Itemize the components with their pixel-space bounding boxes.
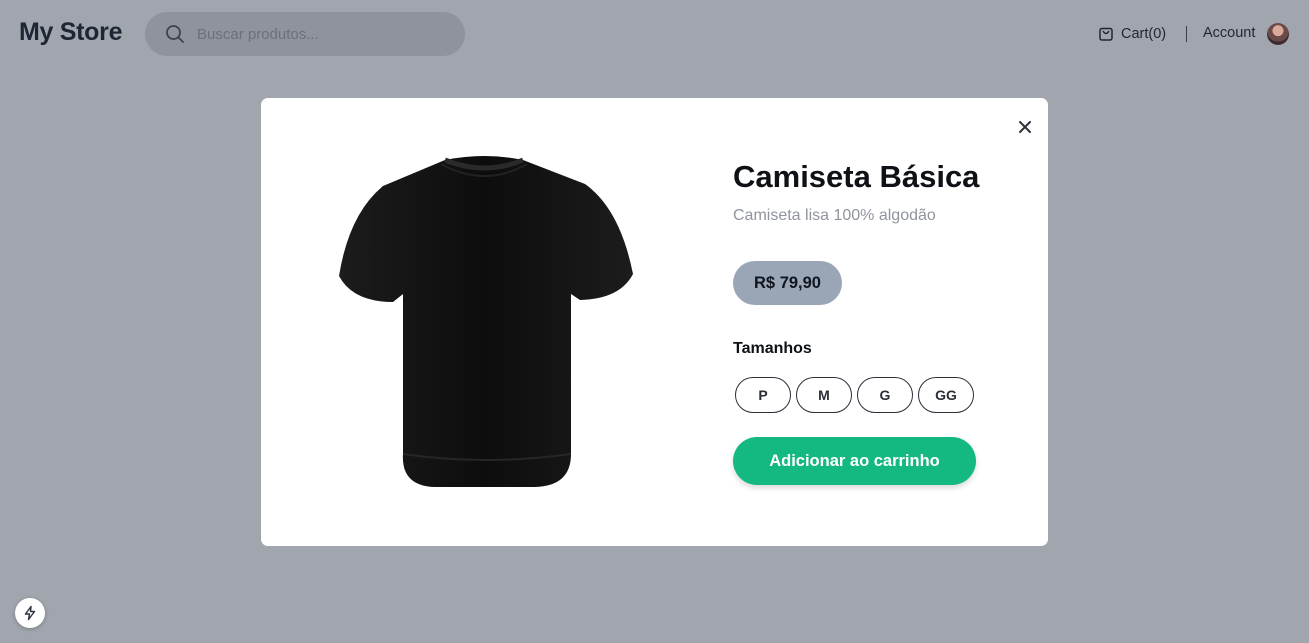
account-link[interactable]: Account xyxy=(1203,25,1255,41)
close-icon xyxy=(1019,121,1031,133)
search-icon xyxy=(166,25,184,43)
size-option-g[interactable]: G xyxy=(857,377,913,413)
cart-label: Cart(0) xyxy=(1121,26,1167,42)
top-header: My Store Cart(0) Account xyxy=(0,0,1309,68)
size-options: P M G GG xyxy=(735,377,974,413)
header-divider xyxy=(1186,26,1187,42)
t-shirt-image xyxy=(339,156,633,487)
quick-action-button[interactable] xyxy=(15,598,45,628)
shopping-bag-icon xyxy=(1099,27,1113,41)
lightning-icon xyxy=(24,605,36,621)
add-to-cart-button[interactable]: Adicionar ao carrinho xyxy=(733,437,976,485)
cart-link[interactable]: Cart(0) xyxy=(1098,24,1166,44)
product-description: Camiseta lisa 100% algodão xyxy=(733,207,936,224)
avatar[interactable] xyxy=(1267,23,1289,45)
product-modal: Camiseta Básica Camiseta lisa 100% algod… xyxy=(261,98,1048,546)
product-title: Camiseta Básica xyxy=(733,159,980,194)
store-logo[interactable]: My Store xyxy=(19,18,122,47)
search-input[interactable] xyxy=(197,12,447,56)
size-option-p[interactable]: P xyxy=(735,377,791,413)
close-button[interactable] xyxy=(1016,118,1034,136)
sizes-label: Tamanhos xyxy=(733,340,812,357)
size-option-m[interactable]: M xyxy=(796,377,852,413)
search-bar[interactable] xyxy=(145,12,465,56)
price-badge: R$ 79,90 xyxy=(733,261,842,305)
size-option-gg[interactable]: GG xyxy=(918,377,974,413)
